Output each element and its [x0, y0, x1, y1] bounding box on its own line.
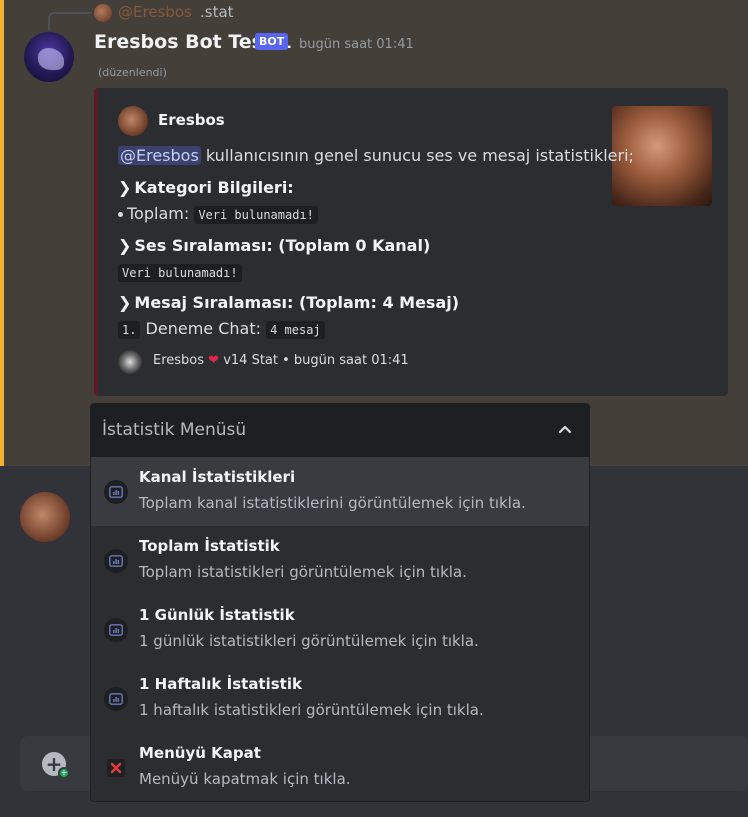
bot-avatar[interactable]	[24, 32, 74, 82]
option-title: Kanal İstatistikleri	[139, 468, 296, 486]
chevron-right-icon: ❯	[118, 178, 132, 197]
embed-footer: Eresbos ❤ v14 Stat • bugün saat 01:41	[153, 353, 409, 368]
discord-chat: @Eresbos .stat Eresbos Bot Test 1 BOT bu…	[0, 0, 748, 817]
reply-connector	[48, 12, 92, 30]
footer-avatar	[118, 350, 142, 374]
voice-value: Veri bulunamadı!	[118, 264, 242, 282]
reply-command[interactable]: .stat	[200, 3, 234, 21]
voice-line: Veri bulunamadı!	[118, 262, 242, 282]
footer-name: Eresbos	[153, 353, 205, 368]
select-placeholder: İstatistik Menüsü	[102, 420, 247, 440]
option-toplam-istatistik[interactable]: Toplam İstatistik Toplam istatistikleri …	[91, 526, 589, 595]
select-options-list: Kanal İstatistikleri Toplam kanal istati…	[90, 457, 590, 802]
chart-icon	[104, 480, 128, 504]
option-title: Menüyü Kapat	[139, 744, 261, 762]
embed-intro-text: kullanıcısının genel sunucu ses ve mesaj…	[200, 146, 634, 165]
embed-intro-mention[interactable]: @Eresbos	[118, 146, 201, 165]
chevron-right-icon: ❯	[118, 293, 132, 312]
voice-header: ❯ Ses Sıralaması: (Toplam 0 Kanal)	[118, 236, 430, 255]
close-x-icon	[104, 756, 128, 780]
reply-avatar[interactable]	[94, 4, 112, 22]
chart-icon	[104, 618, 128, 642]
plus-badge-icon: +	[58, 767, 70, 779]
option-title: 1 Günlük İstatistik	[139, 606, 295, 624]
message-header-text: Mesaj Sıralaması: (Toplam: 4 Mesaj)	[134, 293, 460, 312]
category-header-text: Kategori Bilgileri:	[134, 178, 294, 197]
total-line: Toplam: Veri bulunamadı!	[118, 204, 318, 224]
bullet-icon	[118, 212, 123, 217]
next-message-avatar[interactable]	[20, 492, 70, 542]
footer-rest: v14 Stat • bugün saat 01:41	[219, 353, 409, 368]
option-1-gunluk-istatistik[interactable]: 1 Günlük İstatistik 1 günlük istatistikl…	[91, 595, 589, 664]
voice-header-text: Ses Sıralaması: (Toplam 0 Kanal)	[134, 236, 431, 255]
option-kanal-istatistikleri[interactable]: Kanal İstatistikleri Toplam kanal istati…	[91, 457, 589, 526]
embed-intro: @Eresbos kullanıcısının genel sunucu ses…	[118, 146, 634, 165]
option-1-haftalik-istatistik[interactable]: 1 Haftalık İstatistik 1 haftalık istatis…	[91, 664, 589, 733]
edited-label: (düzenlendi)	[98, 66, 167, 79]
message-timestamp: bugün saat 01:41	[299, 37, 414, 52]
message-header: ❯ Mesaj Sıralaması: (Toplam: 4 Mesaj)	[118, 293, 459, 312]
chart-icon	[104, 549, 128, 573]
heart-icon: ❤	[208, 353, 220, 368]
highlighted-message: @Eresbos .stat Eresbos Bot Test 1 BOT bu…	[0, 0, 748, 466]
total-label: Toplam:	[127, 204, 195, 223]
chevron-up-icon	[558, 425, 572, 434]
option-menuyu-kapat[interactable]: Menüyü Kapat Menüyü kapatmak için tıkla.	[91, 733, 589, 801]
option-title: 1 Haftalık İstatistik	[139, 675, 302, 693]
option-description: Toplam istatistikleri görüntülemek için …	[139, 563, 467, 581]
chart-icon	[104, 687, 128, 711]
chevron-right-icon: ❯	[118, 236, 132, 255]
embed-author-avatar	[118, 106, 148, 136]
option-description: 1 günlük istatistikleri görüntülemek içi…	[139, 632, 479, 650]
rank-number: 1.	[118, 321, 141, 339]
bot-tag: BOT	[255, 33, 289, 50]
option-title: Toplam İstatistik	[139, 537, 280, 555]
reply-mention[interactable]: @Eresbos	[118, 3, 192, 21]
rank-line: 1. Deneme Chat: 4 mesaj	[118, 319, 325, 339]
category-header: ❯ Kategori Bilgileri:	[118, 178, 294, 197]
embed-author-name: Eresbos	[158, 111, 225, 129]
total-value: Veri bulunamadı!	[194, 206, 318, 224]
stats-embed: Eresbos @Eresbos kullanıcısının genel su…	[94, 88, 728, 396]
rank-channel: Deneme Chat:	[140, 319, 267, 338]
option-description: Toplam kanal istatistiklerini görüntülem…	[139, 494, 526, 512]
option-description: 1 haftalık istatistikleri görüntülemek i…	[139, 701, 484, 719]
rank-value: 4 mesaj	[266, 321, 325, 339]
option-description: Menüyü kapatmak için tıkla.	[139, 770, 351, 788]
stats-select-menu[interactable]: İstatistik Menüsü	[90, 403, 590, 458]
